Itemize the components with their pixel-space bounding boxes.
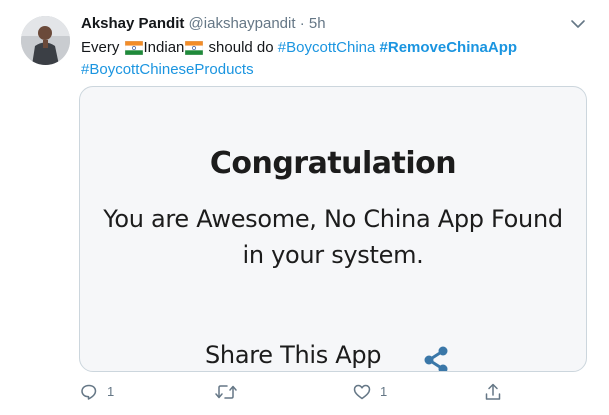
separator: · bbox=[299, 15, 305, 32]
reply-count: 1 bbox=[107, 384, 115, 399]
card-message-line: in your system. bbox=[242, 241, 424, 269]
share-icon bbox=[485, 383, 501, 400]
india-flag-icon bbox=[185, 40, 204, 56]
media-card[interactable]: Congratulation You are Awesome, No China… bbox=[79, 86, 587, 372]
timestamp[interactable]: 5h bbox=[309, 15, 326, 32]
like-button[interactable]: 1 bbox=[352, 382, 412, 402]
card-message: You are Awesome, No China App Found in y… bbox=[80, 201, 586, 273]
text-segment: Every bbox=[81, 39, 124, 56]
card-message-line: You are Awesome, No China App Found bbox=[103, 205, 563, 233]
avatar[interactable] bbox=[21, 16, 70, 65]
card-title: Congratulation bbox=[209, 146, 457, 181]
tweet[interactable]: Akshay Pandit @iakshaypandit · 5h Every … bbox=[0, 0, 609, 415]
avatar-image bbox=[21, 16, 70, 65]
like-count: 1 bbox=[380, 384, 388, 399]
india-flag-icon bbox=[124, 40, 143, 56]
tweet-text: Every Indian should do #BoycottChina #Re… bbox=[81, 37, 591, 81]
share-network-icon bbox=[423, 346, 449, 371]
hashtag-link[interactable]: #RemoveChinaApp bbox=[380, 39, 518, 56]
retweet-button[interactable] bbox=[214, 382, 238, 402]
card-share-button[interactable]: Share This App bbox=[205, 341, 465, 371]
author-handle[interactable]: @iakshaypandit bbox=[189, 15, 296, 32]
share-button[interactable] bbox=[483, 382, 503, 402]
reply-icon bbox=[81, 384, 97, 400]
hashtag-link[interactable]: #BoycottChina bbox=[278, 39, 376, 56]
text-segment-indian: Indian bbox=[143, 39, 185, 56]
card-share-label: Share This App bbox=[205, 341, 382, 369]
reply-button[interactable]: 1 bbox=[79, 382, 139, 402]
hashtag-link[interactable]: #BoycottChineseProducts bbox=[81, 61, 254, 78]
tweet-header: Akshay Pandit @iakshaypandit · 5h bbox=[81, 14, 326, 34]
chevron-down-icon[interactable] bbox=[568, 14, 588, 34]
heart-icon bbox=[353, 384, 371, 400]
retweet-icon bbox=[215, 385, 237, 399]
text-segment: should do bbox=[204, 39, 278, 56]
author-name[interactable]: Akshay Pandit bbox=[81, 15, 184, 32]
